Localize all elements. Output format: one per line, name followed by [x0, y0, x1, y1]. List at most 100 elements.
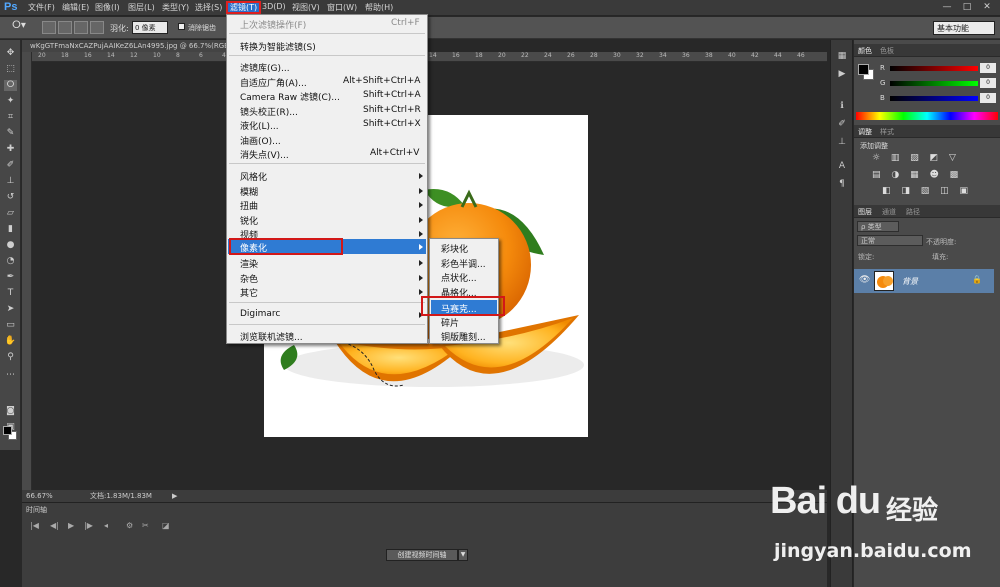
eyedropper-tool-icon[interactable]: ✎ [4, 128, 17, 139]
menu-last-filter[interactable]: 上次滤镜操作(F) [240, 18, 306, 31]
history-icon[interactable]: ▦ [836, 50, 848, 62]
menu-lens-correction[interactable]: 镜头校正(R)... [240, 105, 298, 118]
new-selection-icon[interactable] [42, 21, 56, 34]
brush-presets-icon[interactable]: ✐ [836, 118, 848, 130]
menu-type[interactable]: 类型(Y) [162, 2, 189, 13]
chevron-down-icon[interactable]: ▼ [458, 549, 468, 561]
audio-icon[interactable]: ◂ [104, 521, 108, 530]
menu-edit[interactable]: 编辑(E) [62, 2, 89, 13]
channel-r-value[interactable]: 0 [980, 63, 996, 73]
create-video-timeline-button[interactable]: 创建视频时间轴 [386, 549, 458, 561]
color-spectrum[interactable] [856, 112, 998, 120]
submenu-fragment[interactable]: 碎片 [441, 316, 459, 329]
layer-name[interactable]: 背景 [902, 276, 918, 287]
menu-select[interactable]: 选择(S) [195, 2, 222, 13]
submenu-pointillize[interactable]: 点状化... [441, 271, 477, 284]
feather-input[interactable]: 0 像素 [132, 21, 168, 34]
menu-camera-raw[interactable]: Camera Raw 滤镜(C)... [240, 90, 340, 103]
quick-mask-icon[interactable]: ◙ [4, 406, 17, 417]
menu-render[interactable]: 渲染 [240, 257, 258, 270]
type-tool-icon[interactable]: T [4, 288, 17, 299]
menu-filter-gallery[interactable]: 滤镜库(G)... [240, 61, 290, 74]
tab-channels[interactable]: 通道 [882, 207, 896, 217]
intersect-selection-icon[interactable] [90, 21, 104, 34]
lasso-preset-icon[interactable]: ⵔ▾ [12, 20, 26, 31]
menu-distort[interactable]: 扭曲 [240, 199, 258, 212]
menu-window[interactable]: 窗口(W) [327, 2, 357, 13]
add-selection-icon[interactable] [58, 21, 72, 34]
menu-pixelate[interactable]: 像素化 [240, 241, 267, 254]
paragraph-icon[interactable]: ¶ [836, 178, 848, 190]
minimize-button[interactable]: — [938, 1, 956, 14]
submenu-color-halftone-block[interactable]: 彩块化 [441, 242, 468, 255]
transition-icon[interactable]: ◪ [162, 521, 170, 530]
tab-color[interactable]: 颜色 [858, 46, 872, 56]
next-frame-icon[interactable]: |▶ [84, 521, 93, 530]
menu-view[interactable]: 视图(V) [292, 2, 320, 13]
zoom-level[interactable]: 66.67% [26, 490, 53, 502]
stamp-tool-icon[interactable]: ⊥ [4, 176, 17, 187]
menu-3d[interactable]: 3D(D) [262, 2, 286, 11]
tab-layers[interactable]: 图层 [858, 207, 872, 217]
clone-source-icon[interactable]: ⊥ [836, 136, 848, 148]
menu-blur[interactable]: 模糊 [240, 185, 258, 198]
hand-tool-icon[interactable]: ✋ [4, 336, 17, 347]
menu-browse-online[interactable]: 浏览联机滤镜... [240, 330, 303, 343]
menu-adaptive-wide[interactable]: 自适应广角(A)... [240, 76, 307, 89]
menu-help[interactable]: 帮助(H) [365, 2, 393, 13]
play-icon[interactable]: ▶ [68, 521, 74, 530]
marquee-tool-icon[interactable]: ⬚ [4, 64, 17, 75]
maximize-button[interactable]: □ [958, 1, 976, 14]
submenu-color-halftone[interactable]: 彩色半调... [441, 257, 486, 270]
antialias-checkbox[interactable] [178, 23, 185, 30]
blur-tool-icon[interactable]: ● [4, 240, 17, 251]
info-icon[interactable]: ℹ [836, 100, 848, 112]
tab-paths[interactable]: 路径 [906, 207, 920, 217]
actions-icon[interactable]: ▶ [836, 68, 848, 80]
extra-tools-icon[interactable]: ⋯ [4, 370, 17, 381]
channel-g-value[interactable]: 0 [980, 78, 996, 88]
foreground-color-swatch[interactable] [3, 426, 12, 435]
crop-tool-icon[interactable]: ⌗ [4, 112, 17, 123]
lasso-tool-icon[interactable]: ⵔ [4, 80, 17, 91]
channel-b-value[interactable]: 0 [980, 93, 996, 103]
tab-swatches[interactable]: 色板 [880, 46, 894, 56]
cut-icon[interactable]: ✂ [142, 521, 149, 530]
menu-image[interactable]: 图像(I) [95, 2, 120, 13]
move-tool-icon[interactable]: ✥ [4, 48, 17, 59]
shape-tool-icon[interactable]: ▭ [4, 320, 17, 331]
eraser-tool-icon[interactable]: ▱ [4, 208, 17, 219]
channel-g-slider[interactable] [890, 81, 978, 86]
prev-frame-icon[interactable]: ◀| [50, 521, 59, 530]
document-tab[interactable]: wKgGTFmaNxCAZPujAAIKeZ6LAn4995.jpg @ 66.… [22, 40, 232, 52]
brush-tool-icon[interactable]: ✐ [4, 160, 17, 171]
menu-other[interactable]: 其它 [240, 286, 258, 299]
adjustment-icons-row-3[interactable]: ◧ ◨ ▧ ◫ ▣ [882, 186, 972, 196]
layer-kind-filter[interactable]: ρ 类型 [857, 221, 899, 232]
menu-stylize[interactable]: 风格化 [240, 170, 267, 183]
pen-tool-icon[interactable]: ✒ [4, 272, 17, 283]
adjustment-icons-row-1[interactable]: ☼ ▥ ▨ ◩ ▽ [872, 153, 960, 163]
color-fg-swatch[interactable] [858, 64, 869, 75]
zoom-tool-icon[interactable]: ⚲ [4, 352, 17, 363]
menu-vanishing-point[interactable]: 消失点(V)... [240, 148, 289, 161]
character-icon[interactable]: A [836, 160, 848, 172]
healing-tool-icon[interactable]: ✚ [4, 144, 17, 155]
visibility-eye-icon[interactable]: 👁 [859, 275, 870, 285]
settings-icon[interactable]: ⚙ [126, 521, 133, 530]
channel-b-slider[interactable] [890, 96, 978, 101]
menu-convert-smart[interactable]: 转换为智能滤镜(S) [240, 40, 316, 53]
menu-liquify[interactable]: 液化(L)... [240, 119, 279, 132]
timeline-tab[interactable]: 时间轴 [26, 505, 47, 515]
menu-file[interactable]: 文件(F) [28, 2, 55, 13]
dodge-tool-icon[interactable]: ◔ [4, 256, 17, 267]
tab-styles[interactable]: 样式 [880, 127, 894, 137]
workspace-select[interactable]: 基本功能 [933, 21, 995, 35]
close-button[interactable]: ✕ [978, 1, 996, 14]
menu-layer[interactable]: 图层(L) [128, 2, 155, 13]
menu-noise[interactable]: 杂色 [240, 272, 258, 285]
menu-filter[interactable]: 滤镜(T) [226, 1, 262, 14]
magic-wand-tool-icon[interactable]: ✦ [4, 96, 17, 107]
tab-adjustments[interactable]: 调整 [858, 127, 872, 137]
menu-digimarc[interactable]: Digimarc [240, 309, 280, 319]
